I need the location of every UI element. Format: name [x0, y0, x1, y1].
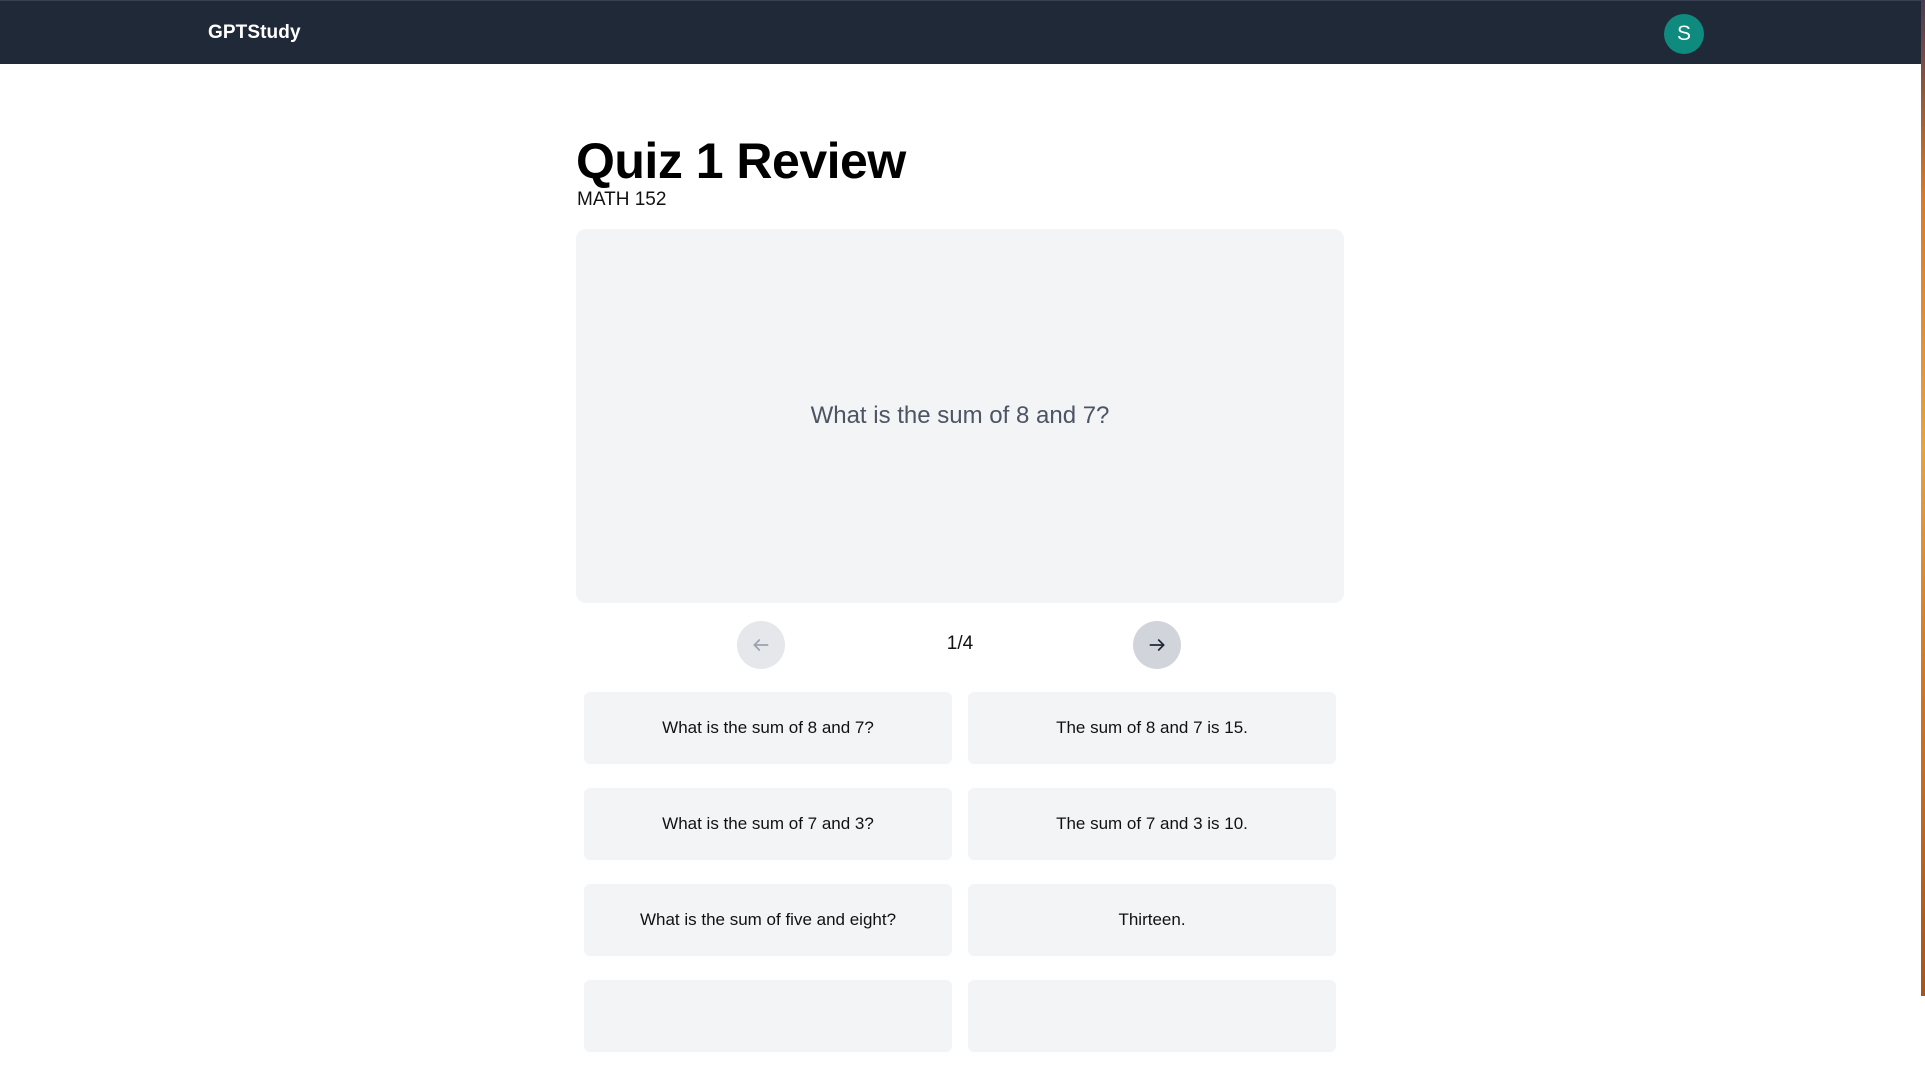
card-definition[interactable]: The sum of 7 and 3 is 10. — [968, 788, 1336, 860]
card-definition[interactable]: Thirteen. — [968, 884, 1336, 956]
card-definition[interactable]: The sum of 8 and 7 is 15. — [968, 692, 1336, 764]
card-pair-row: What is the sum of 8 and 7? The sum of 8… — [584, 692, 1336, 764]
course-code: MATH 152 — [577, 189, 667, 210]
card-counter: 1/4 — [946, 633, 974, 654]
card-pair-row: What is the sum of five and eight? Thirt… — [584, 884, 1336, 956]
card-term[interactable]: What is the sum of 8 and 7? — [584, 692, 952, 764]
card-list: What is the sum of 8 and 7? The sum of 8… — [584, 692, 1336, 1076]
card-term[interactable] — [584, 980, 952, 1052]
arrow-left-icon — [753, 639, 769, 651]
user-avatar[interactable]: S — [1664, 14, 1704, 54]
page-title: Quiz 1 Review — [576, 133, 906, 189]
window-edge — [1921, 0, 1925, 996]
card-pair-row — [584, 980, 1336, 1052]
next-card-button[interactable] — [1133, 621, 1181, 669]
arrow-right-icon — [1149, 639, 1165, 651]
flashcard-text: What is the sum of 8 and 7? — [810, 402, 1110, 429]
card-term[interactable]: What is the sum of five and eight? — [584, 884, 952, 956]
flashcard[interactable]: What is the sum of 8 and 7? — [576, 229, 1344, 603]
top-navbar: GPTStudy S — [0, 0, 1921, 64]
brand-logo[interactable]: GPTStudy — [208, 22, 301, 44]
card-pair-row: What is the sum of 7 and 3? The sum of 7… — [584, 788, 1336, 860]
card-term[interactable]: What is the sum of 7 and 3? — [584, 788, 952, 860]
card-definition[interactable] — [968, 980, 1336, 1052]
previous-card-button[interactable] — [737, 621, 785, 669]
